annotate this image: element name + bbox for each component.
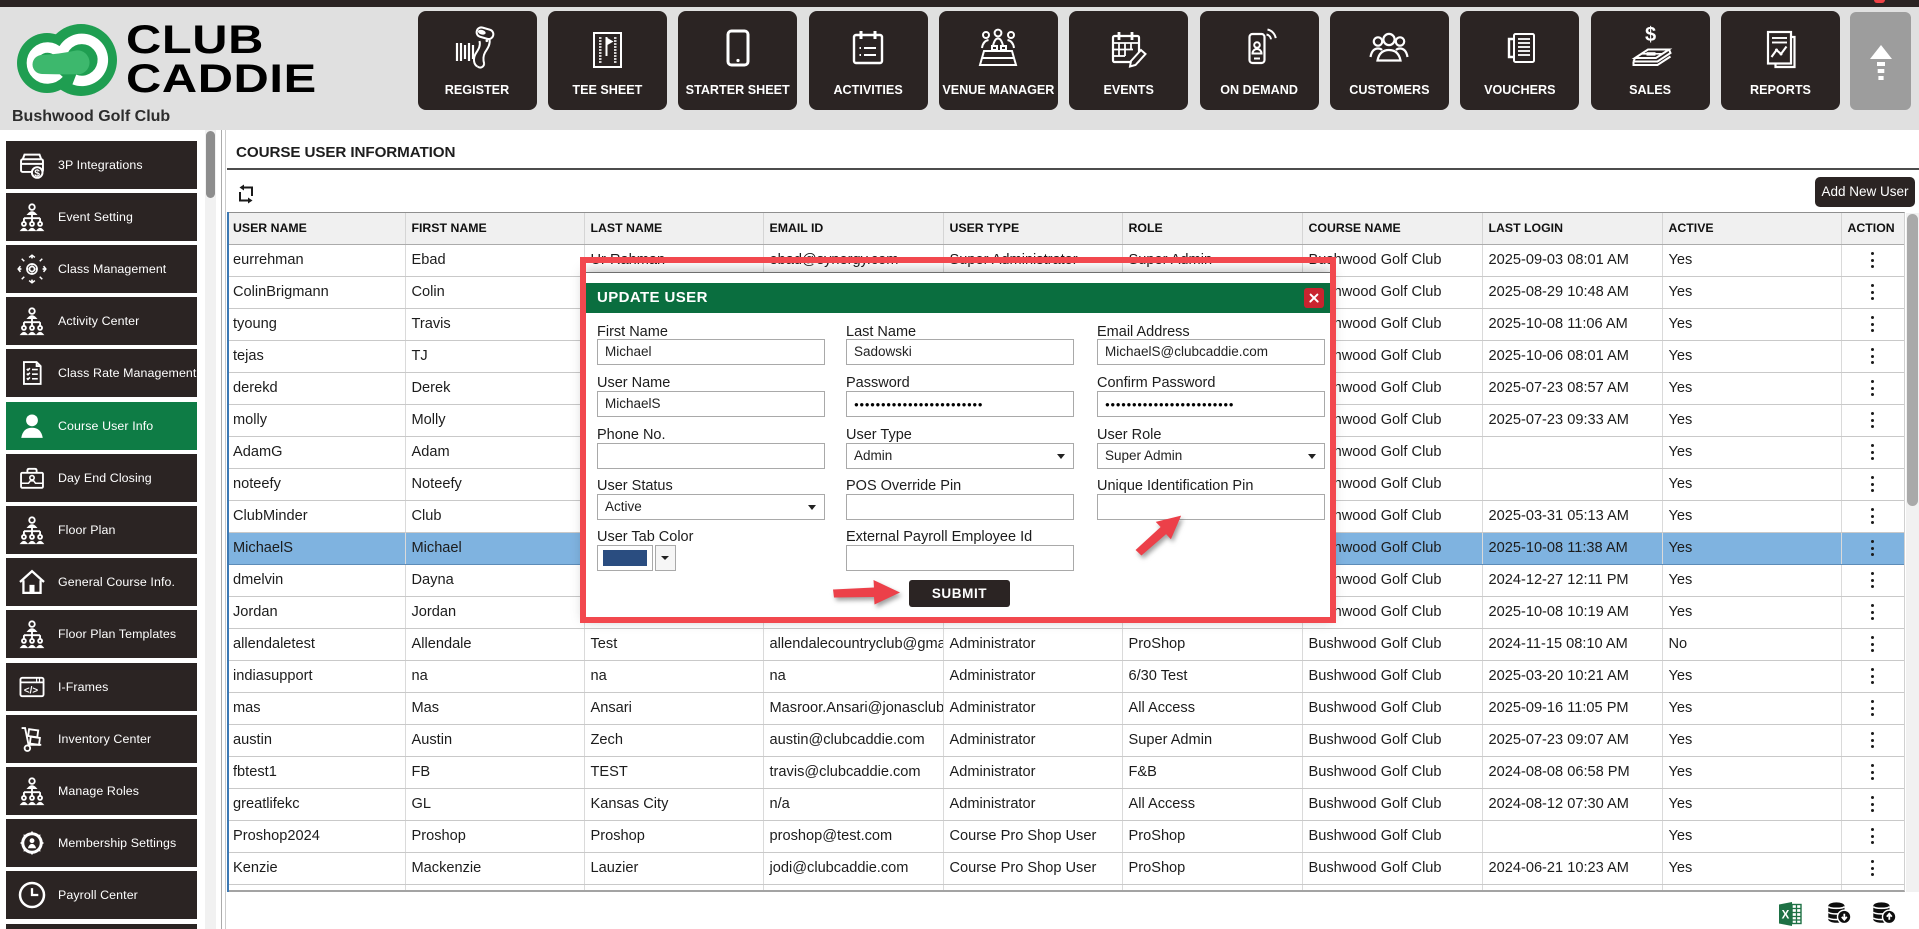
svg-text:</>: </> [24,685,38,696]
svg-text:X: X [1782,910,1790,922]
svg-text:$: $ [1645,24,1656,46]
svg-text:$: $ [34,168,40,179]
